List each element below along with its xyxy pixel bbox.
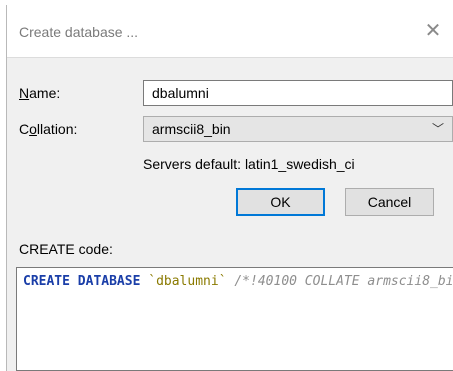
code-keyword-database: DATABASE <box>77 274 141 289</box>
code-keyword-create: CREATE <box>23 274 70 289</box>
dialog-title: Create database ... <box>19 24 139 40</box>
cancel-button[interactable]: Cancel <box>345 188 434 216</box>
collation-selected-value: armscii8_bin <box>152 121 231 137</box>
servers-default-note: Servers default: latin1_swedish_ci <box>143 156 355 172</box>
code-comment: /*!40100 COLLATE armscii8_bin */ <box>234 274 453 289</box>
create-code-editor[interactable]: CREATE DATABASE `dbalumni` /*!40100 COLL… <box>16 267 453 371</box>
collation-select[interactable]: armscii8_bin ﹀ <box>143 116 453 142</box>
name-label: Name: <box>19 85 61 101</box>
code-line: CREATE DATABASE `dbalumni` /*!40100 COLL… <box>23 274 453 289</box>
close-icon[interactable]: ✕ <box>422 19 444 41</box>
collation-label: Collation: <box>19 121 78 137</box>
code-db-name: `dbalumni` <box>148 274 227 289</box>
ok-button[interactable]: OK <box>236 188 325 216</box>
chevron-down-icon: ﹀ <box>431 122 444 136</box>
title-bar: Create database ... ✕ <box>7 5 453 58</box>
create-code-label: CREATE code: <box>19 241 113 257</box>
create-database-dialog: Create database ... ✕ Name: dbalumni Col… <box>6 5 453 371</box>
name-input[interactable]: dbalumni <box>143 80 453 106</box>
